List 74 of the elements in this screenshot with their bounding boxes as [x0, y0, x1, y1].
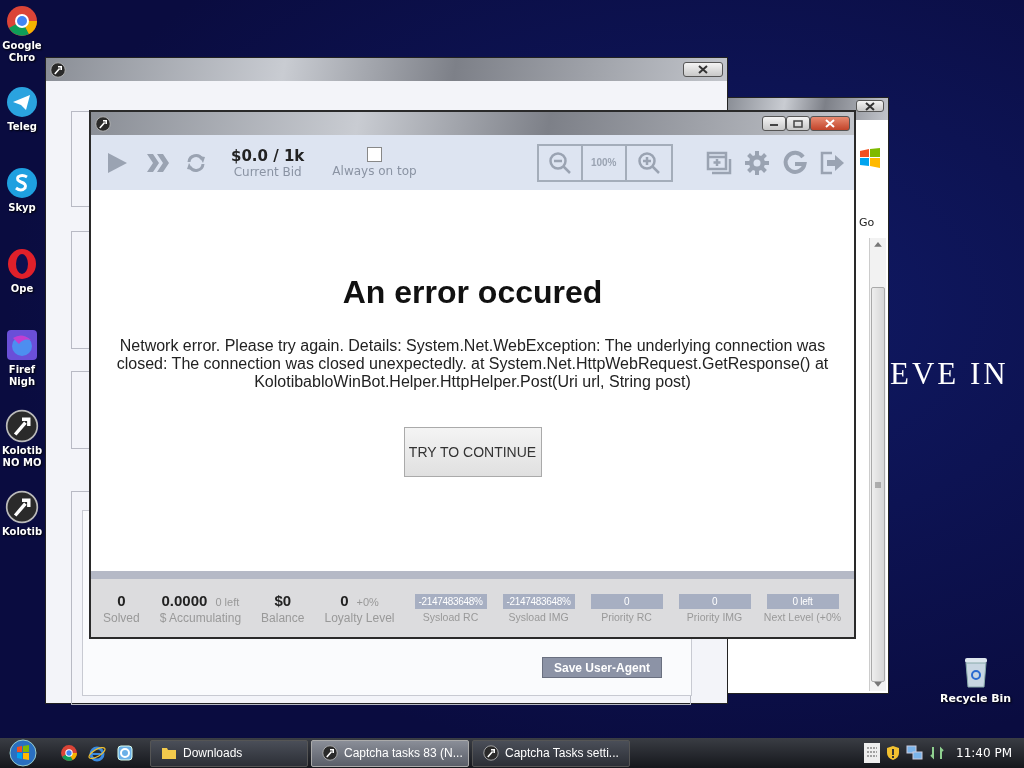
- app-icon: [95, 115, 111, 132]
- always-on-top-label: Always on top: [332, 164, 417, 178]
- stat-label: Solved: [103, 610, 140, 625]
- always-on-top-checkbox[interactable]: [367, 147, 382, 162]
- error-title: An error occured: [342, 274, 603, 311]
- stat-value: 0: [340, 591, 349, 609]
- close-button[interactable]: [683, 62, 723, 77]
- chrome-icon[interactable]: [60, 744, 78, 762]
- app-icon[interactable]: [5, 409, 39, 443]
- stat-bar: -2147483648%: [502, 593, 575, 609]
- stat-bar: 0: [678, 593, 751, 609]
- app-icon: [322, 745, 338, 761]
- skype-icon[interactable]: [5, 166, 39, 200]
- stat-label: Sysload RC: [422, 610, 479, 623]
- app-icon[interactable]: [5, 490, 39, 524]
- start-button[interactable]: [8, 738, 38, 768]
- telegram-icon[interactable]: [5, 85, 39, 119]
- security-shield-icon[interactable]: [886, 745, 900, 761]
- stat-value: 0: [117, 591, 126, 609]
- maximize-icon: [793, 119, 803, 128]
- network-icon[interactable]: [906, 745, 924, 761]
- close-icon: [697, 65, 709, 74]
- maximize-button[interactable]: [786, 116, 810, 131]
- desktop-icon-label[interactable]: Firef Nigh: [8, 364, 36, 388]
- desktop-icon-label[interactable]: Google Chro: [2, 40, 42, 64]
- stat-label: Priority IMG: [686, 610, 743, 623]
- internet-explorer-icon[interactable]: [88, 744, 106, 762]
- stat-label: Sysload IMG: [508, 610, 569, 623]
- taskbar-button[interactable]: Captcha tasks 83 (N...: [311, 739, 469, 767]
- desktop-icon-label[interactable]: Kolotib: [1, 526, 43, 538]
- error-message: Network error. Please try again. Details: System.Net.WebException: The underlying connection was closed: The connection was closed unexpectedly. at System.Net.HttpWebRequest.GetResponse() at KolotibabloWinBot.Helper.HttpHelper.Post(Uri url, String post): [115, 337, 830, 391]
- recycle-bin-label[interactable]: Recycle Bin: [940, 692, 1012, 705]
- opera-icon[interactable]: [5, 247, 39, 281]
- stat-value: 0.0000: [161, 591, 208, 609]
- stat-label: Priority RC: [601, 610, 652, 623]
- stat-bar: 0 left: [766, 593, 839, 609]
- stat-note: +0%: [356, 595, 379, 608]
- windows-logo-icon: [859, 148, 881, 168]
- taskbar-button[interactable]: Captcha Tasks setti...: [472, 739, 630, 767]
- stat-label: Balance: [261, 610, 305, 625]
- stat-label: Loyalty Level: [324, 610, 395, 625]
- app-icon: [50, 61, 66, 78]
- scrollbar[interactable]: [869, 238, 886, 691]
- folder-icon: [161, 746, 177, 760]
- stat-bar: -2147483648%: [414, 593, 487, 609]
- recycle-bin-icon[interactable]: [962, 656, 989, 688]
- desktop-icon-label[interactable]: Teleg: [7, 121, 37, 133]
- stat-label: $ Accumulating: [159, 610, 242, 625]
- taskbar-button[interactable]: Downloads: [150, 739, 308, 767]
- sync-icon[interactable]: [930, 745, 944, 761]
- close-button[interactable]: [810, 116, 850, 131]
- close-icon: [864, 101, 876, 111]
- stat-bar: 0: [590, 593, 663, 609]
- desktop-icon-label[interactable]: Skyp: [8, 202, 36, 214]
- wallpaper-text: EVE IN: [890, 356, 1009, 392]
- close-button[interactable]: [856, 100, 884, 112]
- scroll-up-icon[interactable]: [874, 242, 882, 247]
- minimize-button[interactable]: [762, 116, 786, 131]
- current-bid-label: Current Bid: [233, 164, 302, 179]
- desktop-icon-label[interactable]: Kolotib NO MO: [1, 445, 43, 469]
- grip-icon: [875, 481, 881, 488]
- go-button[interactable]: Go: [859, 216, 875, 229]
- desktop-icon-label[interactable]: Ope: [10, 283, 34, 295]
- current-bid-value: $0.0 / 1k: [231, 146, 305, 165]
- try-to-continue-button[interactable]: TRY TO CONTINUE: [403, 427, 542, 477]
- app-icon: [483, 745, 499, 761]
- close-icon: [824, 119, 836, 128]
- clock[interactable]: 11:40 PM: [956, 746, 1012, 760]
- chrome-icon[interactable]: [5, 4, 39, 38]
- stat-note: 0 left: [215, 595, 240, 608]
- stat-value: $0: [274, 591, 292, 609]
- firefox-icon[interactable]: [5, 328, 39, 362]
- desktop-switch-icon[interactable]: [116, 744, 134, 762]
- stat-label: Next Level (+0%: [763, 610, 842, 623]
